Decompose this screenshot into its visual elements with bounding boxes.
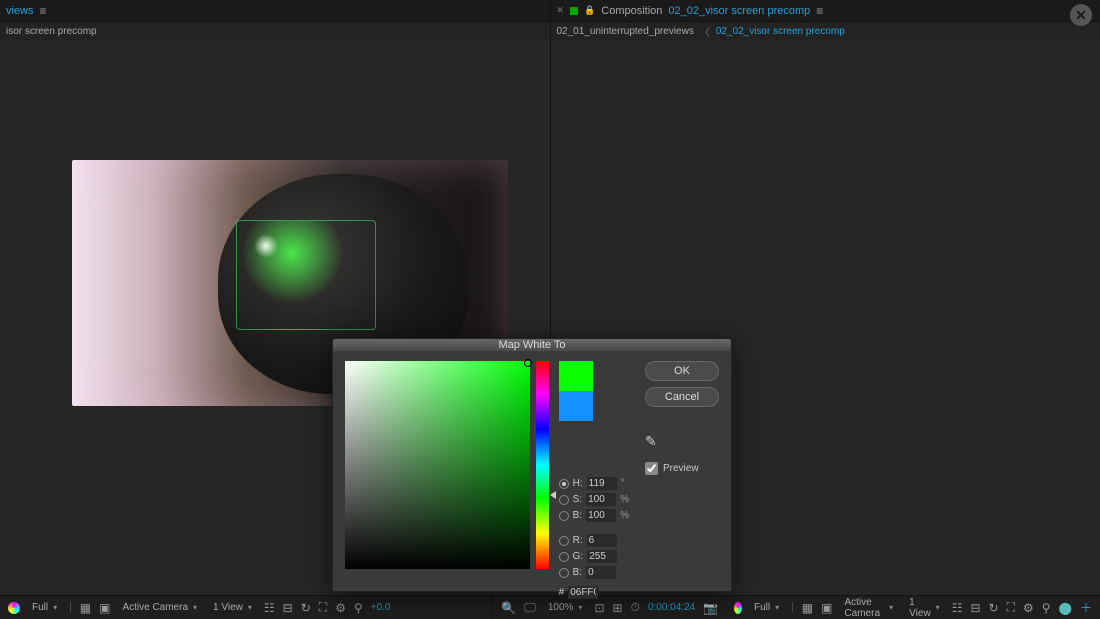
transparency-grid-icon[interactable]: ▦	[802, 601, 813, 615]
ok-button[interactable]: OK	[645, 361, 719, 381]
comp-type-icon	[570, 7, 578, 15]
h-radio[interactable]	[559, 479, 569, 489]
g-input[interactable]	[587, 550, 617, 563]
g-radio[interactable]	[559, 552, 569, 562]
hex-field[interactable]: #	[559, 586, 629, 599]
preview-check-input[interactable]	[645, 462, 658, 475]
fast-preview-icon[interactable]: ⬤	[1059, 601, 1072, 615]
h-field[interactable]: H:°	[559, 477, 629, 490]
r-input[interactable]	[587, 534, 617, 547]
color-mgmt-icon[interactable]	[8, 602, 20, 614]
hue-indicator[interactable]	[550, 491, 556, 499]
reset-exposure-icon[interactable]: ↻	[989, 601, 999, 615]
transparency-grid-icon[interactable]: ▦	[80, 601, 91, 615]
breadcrumb-parent[interactable]: 02_01_uninterrupted_previews	[557, 26, 694, 37]
hex-input[interactable]	[568, 586, 598, 599]
s-input[interactable]	[586, 493, 616, 506]
resolution-dropdown[interactable]: Full	[28, 601, 61, 614]
h-input[interactable]	[587, 477, 617, 490]
eyedropper-icon[interactable]: ✎	[645, 433, 657, 450]
saturation-value-box[interactable]	[345, 361, 530, 569]
preview-label: Preview	[663, 463, 699, 474]
channel-icon[interactable]: ⊟	[970, 601, 980, 615]
right-tabbar: ✕ 🔒 Composition 02_02_visor screen preco…	[551, 0, 1100, 22]
dialog-title: Map White To	[333, 339, 731, 351]
adjust-icon[interactable]: ⚙	[1023, 601, 1034, 615]
guides-icon[interactable]: ☷	[264, 601, 275, 615]
resolution-dropdown[interactable]: Full	[750, 601, 783, 614]
color-picker-dialog: Map White To H:° S:% B:% R: G: B: #	[332, 338, 732, 592]
breadcrumb-sep-icon: 〈	[700, 24, 710, 39]
sv-cursor[interactable]	[524, 359, 532, 367]
color-fields: H:° S:% B:% R: G: B: #	[559, 477, 629, 599]
guides-icon[interactable]: ☷	[952, 601, 963, 615]
s-radio[interactable]	[559, 495, 569, 505]
color-mgmt-icon[interactable]	[734, 602, 742, 614]
r-field[interactable]: R:	[559, 534, 629, 547]
s-field[interactable]: S:%	[559, 493, 629, 506]
add-icon[interactable]: ＋	[1080, 599, 1092, 616]
b-input[interactable]	[586, 509, 616, 522]
left-tab[interactable]: views	[6, 5, 34, 17]
r-radio[interactable]	[559, 536, 569, 546]
camera-dropdown[interactable]: Active Camera	[118, 601, 201, 614]
channel-icon[interactable]: ⊟	[283, 601, 293, 615]
left-tabbar: views ≡	[0, 0, 550, 22]
lens-flare	[254, 234, 278, 258]
g-field[interactable]: G:	[559, 550, 629, 563]
comp-name-tab[interactable]: 02_02_visor screen precomp	[668, 5, 810, 17]
cancel-button[interactable]: Cancel	[645, 387, 719, 407]
left-subtitle: isor screen precomp	[6, 26, 97, 37]
b-radio[interactable]	[559, 511, 569, 521]
views-dropdown[interactable]: 1 View	[209, 601, 256, 614]
breadcrumb-child[interactable]: 02_02_visor screen precomp	[716, 26, 845, 37]
pixel-aspect-icon[interactable]: ⛶	[1007, 600, 1015, 615]
bl-field[interactable]: B:	[559, 566, 629, 579]
comp-prefix: Composition	[601, 5, 662, 17]
tab-close-icon[interactable]: ✕	[557, 5, 565, 16]
share-icon[interactable]: ⚲	[1042, 601, 1051, 615]
swatch-pair	[559, 361, 629, 421]
bl-radio[interactable]	[559, 568, 569, 578]
old-color-swatch[interactable]	[559, 391, 593, 421]
panel-menu-icon[interactable]: ≡	[816, 4, 823, 18]
views-dropdown[interactable]: 1 View	[905, 596, 944, 619]
panel-menu-icon[interactable]: ≡	[40, 4, 47, 18]
preview-checkbox[interactable]: Preview	[645, 462, 699, 475]
pixel-aspect-icon[interactable]: ⛶	[319, 600, 327, 615]
bl-input[interactable]	[586, 566, 616, 579]
left-subtitle-bar: isor screen precomp	[0, 22, 550, 40]
panel-close-button[interactable]: ✕	[1070, 4, 1092, 26]
breadcrumb-bar: 02_01_uninterrupted_previews 〈 02_02_vis…	[551, 22, 1100, 40]
new-color-swatch[interactable]	[559, 361, 593, 391]
camera-dropdown[interactable]: Active Camera	[840, 596, 897, 619]
mask-icon[interactable]: ▣	[99, 601, 110, 615]
b-field[interactable]: B:%	[559, 509, 629, 522]
mask-icon[interactable]: ▣	[821, 601, 832, 615]
lock-icon[interactable]: 🔒	[584, 5, 595, 16]
reset-exposure-icon[interactable]: ↻	[301, 601, 311, 615]
hue-slider[interactable]	[536, 361, 549, 569]
